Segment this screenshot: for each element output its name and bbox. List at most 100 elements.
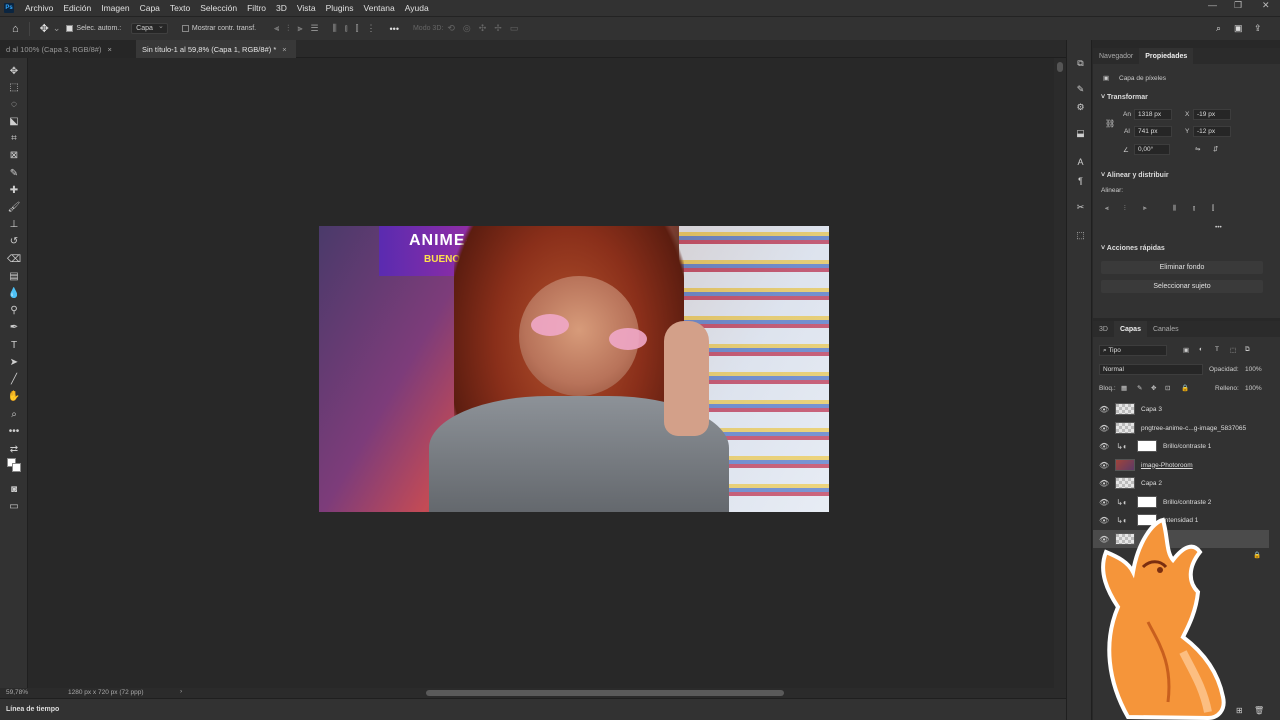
adjustments-icon[interactable]: ⚙ — [1075, 102, 1086, 113]
menu-seleccion[interactable]: Selección — [195, 3, 242, 13]
dodge-tool-icon[interactable]: ⚲ — [7, 303, 21, 317]
blur-tool-icon[interactable]: 💧 — [7, 286, 21, 300]
link-icon[interactable]: ⛓ — [1105, 119, 1115, 128]
quick-mask-icon[interactable]: ◙ — [7, 482, 21, 496]
menu-capa[interactable]: Capa — [135, 3, 165, 13]
width-field[interactable]: 1318 px — [1134, 109, 1172, 120]
visibility-eye-icon[interactable]: 👁 — [1099, 424, 1109, 433]
filter-adjustment-icon[interactable]: ◐ — [1199, 346, 1203, 353]
move-tool-icon[interactable]: ✥ — [7, 64, 21, 78]
tab-document-2[interactable]: Sin título-1 al 59,8% (Capa 1, RGB/8#) *… — [136, 40, 296, 58]
frame-tool-icon[interactable]: ⊠ — [7, 148, 21, 162]
filter-smart-object-icon[interactable]: ⧉ — [1245, 346, 1250, 354]
eyedropper-tool-icon[interactable]: ✎ — [7, 166, 21, 180]
trash-icon[interactable]: 🗑 — [1254, 706, 1264, 715]
more-align-icon[interactable]: ••• — [1215, 224, 1222, 231]
more-options-icon[interactable]: ••• — [390, 24, 399, 34]
slide-3d-icon[interactable]: ✢ — [494, 23, 502, 34]
visibility-eye-icon[interactable]: 👁 — [1099, 479, 1109, 488]
align-left-icon[interactable]: ⫷ — [1105, 205, 1109, 213]
character-icon[interactable]: A — [1075, 156, 1086, 167]
visibility-eye-icon[interactable]: 👁 — [1099, 498, 1109, 507]
tab-propiedades[interactable]: Propiedades — [1139, 48, 1194, 64]
menu-filtro[interactable]: Filtro — [242, 3, 271, 13]
angle-field[interactable]: 0,00° — [1134, 144, 1170, 155]
align-middle-icon[interactable]: ⫾ — [1193, 205, 1195, 213]
filter-pixel-icon[interactable]: ▣ — [1183, 346, 1189, 354]
menu-3d[interactable]: 3D — [271, 3, 292, 13]
timeline-panel[interactable]: Línea de tiempo — [0, 698, 1066, 720]
maximize-icon[interactable]: ❐ — [1234, 0, 1242, 11]
layer-row[interactable]: 👁 pngtree-anime-c...g-image_5837065 — [1093, 419, 1269, 437]
more-tools-icon[interactable]: ••• — [7, 424, 21, 438]
scroll-thumb[interactable] — [1057, 62, 1063, 72]
menu-imagen[interactable]: Imagen — [96, 3, 134, 13]
close-tab-icon[interactable]: × — [107, 45, 111, 54]
visibility-eye-icon[interactable]: 👁 — [1099, 461, 1109, 470]
show-transform-checkbox[interactable] — [181, 25, 189, 32]
layer-row[interactable]: 👁 ↳◐ Brillo/contraste 2 — [1093, 493, 1269, 511]
flip-horizontal-icon[interactable]: ⇋ — [1195, 145, 1200, 153]
healing-brush-tool-icon[interactable]: ✚ — [7, 183, 21, 197]
video-camera-icon[interactable]: ▭ — [510, 23, 519, 34]
gradient-tool-icon[interactable]: ▤ — [7, 269, 21, 283]
visibility-eye-icon[interactable]: 👁 — [1099, 405, 1109, 414]
layer-row[interactable]: 👁 image-Photoroom — [1093, 456, 1269, 474]
home-icon[interactable]: ⌂ — [12, 23, 19, 35]
zoom-tool-icon[interactable]: ⌕ — [7, 407, 21, 421]
x-field[interactable]: -19 px — [1193, 109, 1231, 120]
visibility-eye-icon[interactable]: 👁 — [1099, 442, 1109, 451]
color-swatches-icon[interactable] — [7, 458, 21, 472]
new-layer-icon[interactable]: ⊞ — [1236, 706, 1243, 715]
tab-canales[interactable]: Canales — [1147, 321, 1185, 337]
align-horizontal-centers-icon[interactable]: ⫶ — [287, 23, 289, 34]
tab-navegador[interactable]: Navegador — [1093, 48, 1139, 64]
menu-archivo[interactable]: Archivo — [20, 3, 58, 13]
brush-tool-icon[interactable]: 🖌 — [7, 200, 21, 214]
orbit-3d-icon[interactable]: ⟲ — [447, 23, 455, 34]
scroll-thumb[interactable] — [426, 690, 784, 696]
path-selection-tool-icon[interactable]: ➤ — [7, 355, 21, 369]
align-bottom-icon[interactable]: ⫾ — [345, 23, 348, 34]
layer-row[interactable]: 👁 Capa 2 — [1093, 474, 1269, 492]
height-field[interactable]: 741 px — [1134, 126, 1172, 137]
align-top-icon[interactable]: ⫼ — [1173, 205, 1176, 213]
type-tool-icon[interactable]: T — [7, 338, 21, 352]
menu-plugins[interactable]: Plugins — [321, 3, 359, 13]
distribute-spacing-icon[interactable]: ⋮ — [367, 23, 376, 34]
menu-ventana[interactable]: Ventana — [359, 3, 400, 13]
marquee-tool-icon[interactable]: ⬚ — [7, 80, 21, 94]
select-subject-button[interactable]: Seleccionar sujeto — [1101, 280, 1263, 293]
blend-mode-dropdown[interactable]: Normal — [1099, 364, 1203, 375]
align-right-edges-icon[interactable]: ⫸ — [297, 23, 302, 34]
pan-3d-icon[interactable]: ✣ — [479, 23, 487, 34]
libraries-icon[interactable]: ⬓ — [1075, 128, 1086, 139]
clone-stamp-tool-icon[interactable]: ⊥ — [7, 217, 21, 231]
opacity-value[interactable]: 100% — [1245, 366, 1262, 373]
cube-icon[interactable]: ⬚ — [1075, 230, 1086, 241]
history-brush-tool-icon[interactable]: ↺ — [7, 234, 21, 248]
move-tool-icon[interactable]: ✥ — [40, 22, 49, 35]
lock-artboard-icon[interactable]: ⊡ — [1165, 384, 1170, 392]
align-left-edges-icon[interactable]: ⫷ — [274, 23, 279, 34]
layer-row[interactable]: 👁 ↳◐ Brillo/contraste 1 — [1093, 437, 1269, 455]
auto-select-dropdown[interactable]: Capa — [131, 22, 168, 34]
tab-capas[interactable]: Capas — [1113, 321, 1147, 337]
filter-shape-icon[interactable]: ⬚ — [1230, 346, 1236, 354]
distribute-icon[interactable]: ⫿ — [356, 23, 359, 34]
flip-vertical-icon[interactable]: ⇵ — [1213, 145, 1218, 153]
align-vertical-centers-icon[interactable]: ⫼ — [333, 23, 337, 34]
object-selection-tool-icon[interactable]: ⬕ — [7, 114, 21, 128]
document-image[interactable]: ANIME-CO BUENOS AIRES — [319, 226, 829, 512]
fill-value[interactable]: 100% — [1245, 385, 1262, 392]
chevron-right-icon[interactable]: › — [180, 688, 182, 695]
align-header[interactable]: ˅ Alinear y distribuir — [1101, 172, 1169, 179]
layer-row[interactable]: 👁 Capa 3 — [1093, 400, 1269, 418]
lock-all-icon[interactable]: 🔒 — [1181, 384, 1189, 392]
brush-settings-icon[interactable]: ✎ — [1075, 84, 1086, 95]
tab-3d[interactable]: 3D — [1093, 321, 1114, 337]
hand-tool-icon[interactable]: ✋ — [7, 389, 21, 403]
align-top-icon[interactable]: ☰ — [311, 23, 319, 34]
remove-background-button[interactable]: Eliminar fondo — [1101, 261, 1263, 274]
align-center-icon[interactable]: ⫶ — [1124, 205, 1126, 213]
